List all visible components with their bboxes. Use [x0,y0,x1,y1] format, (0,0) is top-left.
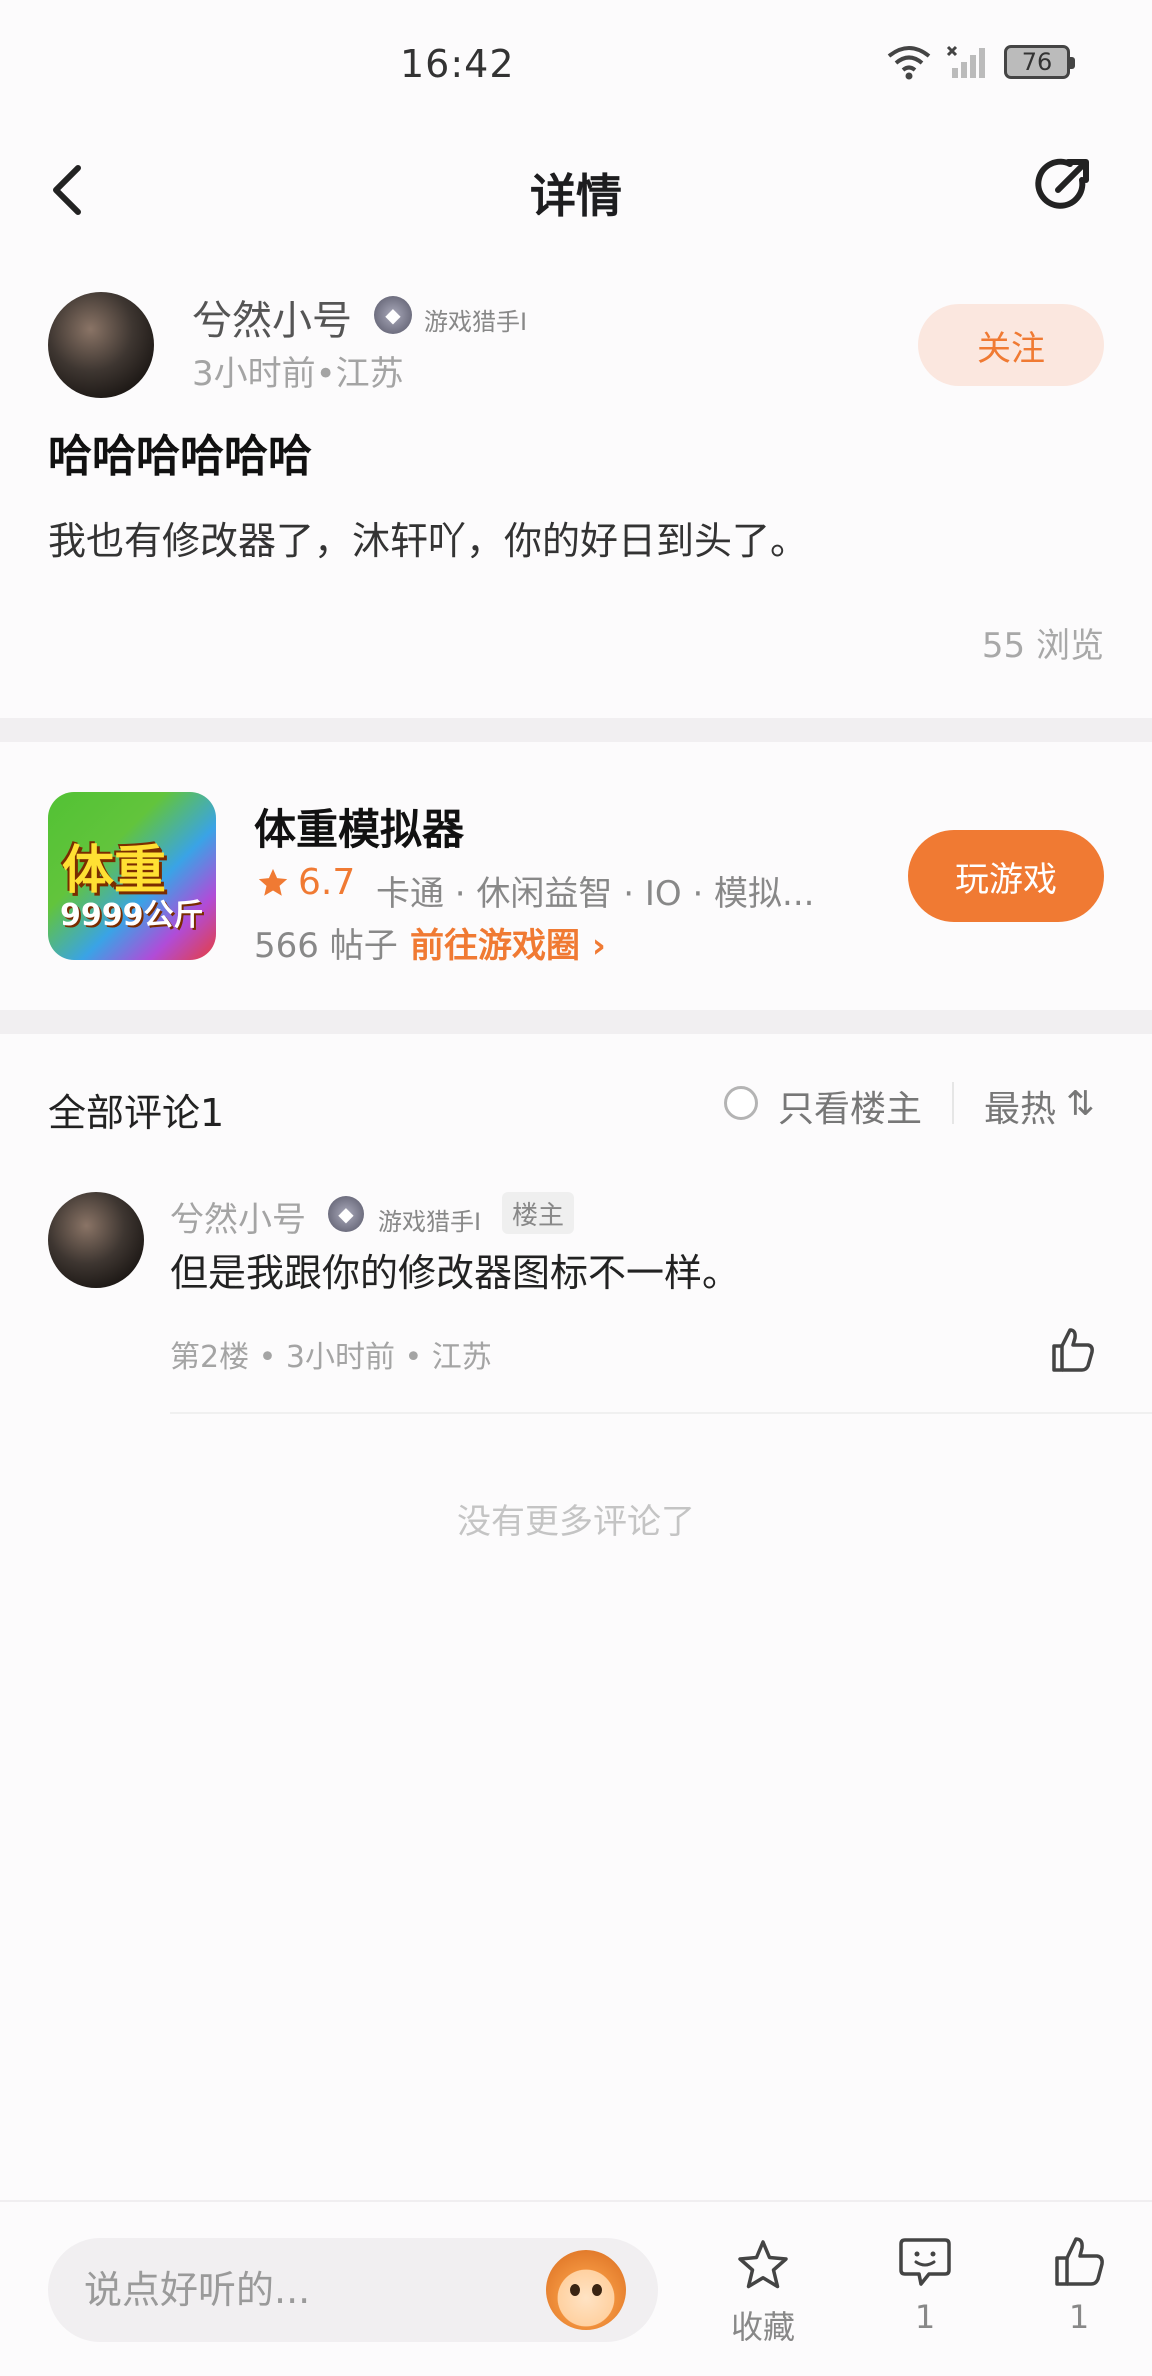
play-game-button[interactable]: 玩游戏 [908,830,1104,922]
wifi-icon [887,46,931,80]
game-rating: 6.7 [298,862,356,903]
header-separator [952,1082,954,1124]
thumbs-up-icon [1055,2237,1104,2286]
star-outline-icon [738,2240,788,2289]
post-title: 哈哈哈哈哈哈 [48,431,312,482]
author-name[interactable]: 兮然小号 [192,288,352,346]
share-icon[interactable] [1030,150,1100,220]
follow-button[interactable]: 关注 [918,304,1104,386]
game-name[interactable]: 体重模拟器 [254,796,464,857]
game-circle-link[interactable]: 前往游戏圈 › [410,918,606,967]
hunter-badge-icon: ◆ [374,296,412,334]
favorite-label: 收藏 [730,2308,795,2346]
only-op-label[interactable]: 只看楼主 [778,1080,922,1132]
author-avatar[interactable] [48,292,154,398]
status-icons: 76 [886,44,1075,80]
game-tags: 卡通 · 休闲益智 · IO · 模拟... [376,874,815,914]
favorite-button[interactable]: 收藏 [718,2236,808,2348]
thumbs-up-icon[interactable] [1046,1324,1098,1376]
only-op-radio[interactable] [724,1086,758,1120]
badge-label: 游戏猎手I [378,1208,482,1236]
game-icon-subtitle: 9999公斤 [60,898,204,933]
game-icon[interactable]: 体重 9999公斤 [48,792,216,960]
comment-bubble-icon [899,2238,951,2286]
comment-count: 1 [914,2298,936,2336]
comment-button[interactable]: 1 [880,2232,970,2336]
comment-body: 但是我跟你的修改器图标不一样。 [170,1251,741,1295]
game-post-count: 566 帖子 [254,926,398,966]
signal-icon [946,45,985,78]
comment-avatar[interactable] [48,1192,144,1288]
post-body: 我也有修改器了，沐轩吖，你的好日到头了。 [48,519,809,563]
no-more-comments: 没有更多评论了 [457,1502,695,1542]
like-button[interactable]: 1 [1034,2232,1124,2336]
sort-label[interactable]: 最热 [984,1080,1056,1132]
comment-author[interactable]: 兮然小号 [170,1192,306,1241]
page-title: 详情 [530,169,622,223]
section-divider [0,718,1152,742]
status-time: 16:42 [400,42,515,86]
badge-label: 游戏猎手I [424,308,528,336]
emoji-mascot-icon[interactable] [546,2250,626,2330]
sort-icon[interactable]: ⇅ [1066,1084,1095,1124]
hunter-badge-icon: ◆ [328,1196,364,1232]
star-icon [258,868,288,896]
op-tag: 楼主 [502,1192,575,1234]
view-count: 55 浏览 [981,626,1104,666]
comments-title: 全部评论1 [48,1091,225,1135]
section-divider [0,1010,1152,1034]
comment-divider [170,1412,1152,1414]
battery-icon: 76 [1004,45,1075,79]
like-count: 1 [1068,2298,1090,2336]
post-meta: 3小时前•江苏 [192,354,404,394]
comment-meta: 第2楼 • 3小时前 • 江苏 [170,1340,492,1375]
